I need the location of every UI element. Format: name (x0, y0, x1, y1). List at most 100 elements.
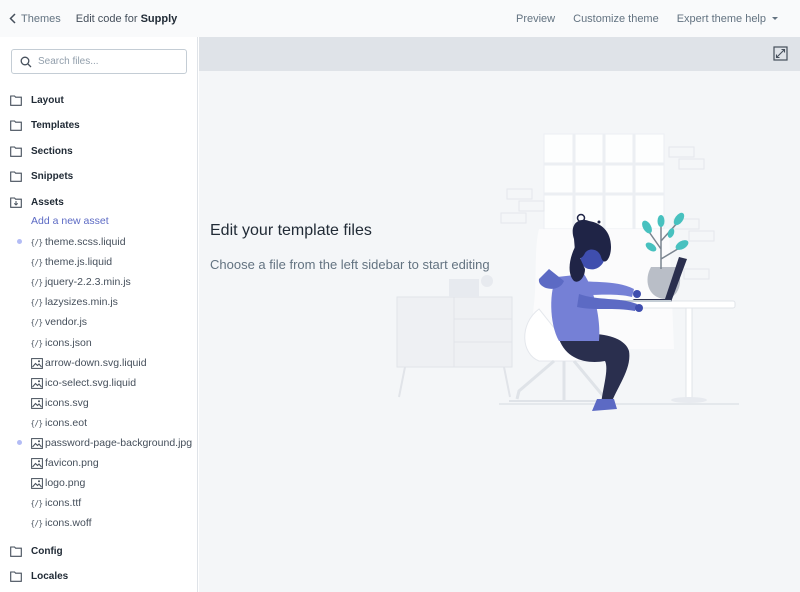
asset-file-name: logo.png (45, 477, 86, 489)
asset-file-name: icons.woff (45, 517, 92, 529)
asset-file-item[interactable]: {/} icons.woff (30, 516, 92, 530)
code-glyph: {/} (30, 338, 43, 348)
asset-file-item[interactable]: {/} icons.eot (30, 416, 87, 430)
code-glyph: {/} (30, 317, 43, 327)
code-glyph: {/} (30, 277, 43, 287)
folder-label: Layout (31, 94, 64, 106)
asset-file-item[interactable]: arrow-down.svg.liquid (30, 356, 147, 370)
code-file-icon: {/} (30, 277, 43, 288)
preview-link[interactable]: Preview (516, 13, 555, 25)
image-file-icon (30, 437, 43, 449)
folder-sections[interactable]: Sections (10, 143, 73, 159)
folder-icon (10, 119, 22, 131)
folder-icon (10, 94, 22, 106)
asset-file-name: lazysizes.min.js (45, 296, 118, 308)
image-file-icon (30, 457, 43, 469)
folder-templates[interactable]: Templates (10, 117, 80, 133)
asset-file-item[interactable]: {/} theme.js.liquid (30, 255, 112, 269)
asset-file-item[interactable]: {/} theme.scss.liquid (30, 235, 126, 249)
asset-file-item[interactable]: icons.svg (30, 396, 89, 410)
asset-file-item[interactable]: favicon.png (30, 456, 99, 470)
asset-file-item[interactable]: logo.png (30, 476, 85, 490)
code-glyph: {/} (30, 518, 43, 528)
back-label: Themes (21, 12, 61, 25)
code-glyph: {/} (30, 297, 43, 307)
back-to-themes-link[interactable]: Themes (9, 13, 61, 25)
search-box (11, 49, 187, 74)
folder-icon (10, 170, 22, 182)
asset-file-name: password-page-background.jpg (45, 437, 193, 449)
folder-label: Assets (31, 196, 64, 208)
code-glyph: {/} (30, 237, 43, 247)
asset-file-item[interactable]: {/} icons.json (30, 336, 92, 350)
page-title: Edit code for Supply (76, 13, 178, 25)
folder-icon (10, 145, 22, 157)
folder-layout[interactable]: Layout (10, 92, 64, 108)
expert-help-label: Expert theme help (676, 12, 766, 25)
asset-file-name: theme.scss.liquid (45, 236, 126, 248)
folder-config[interactable]: Config (10, 543, 63, 559)
asset-file-name: icons.json (45, 337, 92, 349)
search-icon (20, 56, 32, 67)
image-file-icon (30, 477, 43, 489)
developer-illustration (396, 133, 739, 411)
top-links: Preview Customize theme Expert theme hel… (516, 0, 778, 37)
empty-state-subtitle: Choose a file from the left sidebar to s… (210, 257, 490, 272)
top-bar: Themes Edit code for Supply Preview Cust… (0, 0, 800, 37)
code-glyph: {/} (30, 257, 43, 267)
code-file-icon: {/} (30, 498, 43, 509)
asset-file-item[interactable]: {/} lazysizes.min.js (30, 295, 118, 309)
code-file-icon: {/} (30, 317, 43, 328)
customize-theme-link[interactable]: Customize theme (573, 13, 659, 25)
folder-assets[interactable]: Assets (10, 194, 64, 210)
code-glyph: {/} (30, 498, 43, 508)
image-file-icon (30, 397, 43, 409)
asset-file-item[interactable]: {/} icons.ttf (30, 496, 81, 510)
asset-file-item[interactable]: ico-select.svg.liquid (30, 376, 136, 390)
code-file-icon: {/} (30, 237, 43, 248)
chevron-left-icon (9, 13, 16, 24)
asset-file-name: theme.js.liquid (45, 256, 113, 268)
asset-file-name: arrow-down.svg.liquid (45, 357, 147, 369)
folder-icon (10, 570, 22, 582)
modified-dot (17, 239, 22, 244)
asset-file-name: jquery-2.2.3.min.js (45, 276, 131, 288)
editor-header-bar (199, 37, 800, 71)
editor-area: Edit your template files Choose a file f… (199, 37, 800, 592)
folder-icon (10, 545, 22, 557)
theme-name: Supply (140, 12, 178, 25)
asset-file-name: vendor.js (45, 316, 88, 328)
file-sidebar: Layout Templates Sections Snippets Asset… (0, 37, 198, 592)
folder-label: Config (31, 545, 63, 557)
page-title-prefix: Edit code for (75, 12, 138, 25)
folder-label: Snippets (31, 170, 74, 182)
code-file-icon: {/} (30, 297, 43, 308)
folder-label: Templates (31, 119, 80, 131)
code-glyph: {/} (30, 418, 43, 428)
folder-snippets[interactable]: Snippets (10, 168, 73, 184)
asset-file-item[interactable]: {/} jquery-2.2.3.min.js (30, 275, 131, 289)
asset-file-name: icons.eot (45, 417, 88, 429)
asset-file-item[interactable]: password-page-background.jpg (30, 436, 192, 450)
image-file-icon (30, 357, 43, 369)
folder-locales[interactable]: Locales (10, 568, 68, 584)
folder-label: Locales (31, 570, 69, 582)
cabinet-illustration (396, 275, 513, 398)
asset-file-name: favicon.png (45, 457, 99, 469)
search-files-input[interactable] (38, 56, 178, 67)
expert-help-dropdown[interactable]: Expert theme help (677, 13, 778, 25)
asset-file-name: icons.svg (45, 397, 89, 409)
folder-open-icon (10, 196, 22, 208)
fullscreen-icon[interactable] (773, 46, 788, 61)
folder-label: Sections (31, 145, 73, 157)
asset-file-item[interactable]: {/} vendor.js (30, 315, 87, 329)
code-file-icon: {/} (30, 518, 43, 529)
code-file-icon: {/} (30, 418, 43, 429)
empty-state-title: Edit your template files (210, 222, 372, 239)
code-file-icon: {/} (30, 257, 43, 268)
asset-file-name: icons.ttf (45, 497, 82, 509)
asset-file-name: ico-select.svg.liquid (45, 377, 137, 389)
caret-down-icon (772, 17, 778, 21)
add-new-asset-link[interactable]: Add a new asset (31, 215, 109, 227)
modified-dot (17, 440, 22, 445)
